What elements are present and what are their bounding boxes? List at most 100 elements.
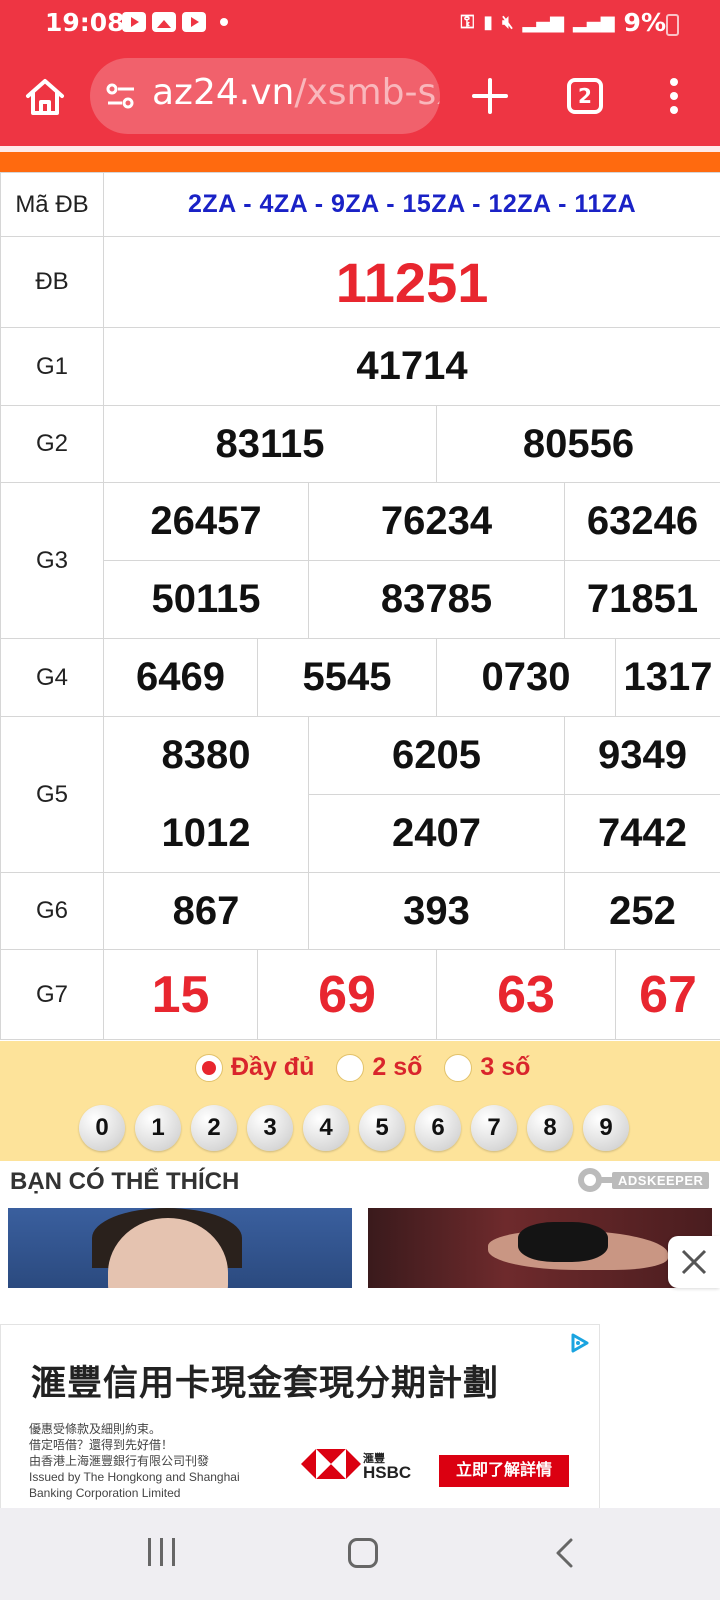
digit-button[interactable]: 4 [303, 1105, 349, 1151]
url-path: /xsmb-sx [294, 72, 440, 113]
digit-button[interactable]: 0 [79, 1105, 125, 1151]
g4-row: G4 6469 5545 0730 1317 [0, 638, 720, 717]
digit-button[interactable]: 3 [247, 1105, 293, 1151]
g7-number: 69 [257, 949, 437, 1040]
digit-button[interactable]: 6 [415, 1105, 461, 1151]
digit-button[interactable]: 8 [527, 1105, 573, 1151]
home-icon[interactable] [24, 76, 66, 118]
ad-spacer [0, 1288, 720, 1324]
g6-number: 867 [103, 872, 309, 950]
home-nav-icon[interactable] [348, 1538, 378, 1568]
db-row: ĐB 11251 [0, 236, 720, 328]
prize-label-g5: G5 [0, 716, 104, 873]
digit-button[interactable]: 2 [191, 1105, 237, 1151]
notification-icons [122, 12, 228, 32]
g2-number: 80556 [435, 405, 720, 483]
prize-label-g6: G6 [0, 872, 104, 950]
status-time: 19:08 [45, 8, 125, 37]
hsbc-wordmark: 滙豐 HSBC [363, 1453, 412, 1482]
radio-3-digits[interactable] [444, 1053, 473, 1082]
key-icon: ⚿ [460, 12, 475, 33]
youtube-icon [122, 12, 146, 32]
battery-saver-icon: ▮ [483, 12, 494, 33]
more-menu-icon[interactable] [668, 78, 680, 118]
prize-label-g7: G7 [0, 949, 104, 1040]
g5-number: 9349 [563, 716, 720, 795]
g4-number: 0730 [436, 638, 616, 717]
hsbc-logo-icon [301, 1449, 361, 1479]
tab-switcher-button[interactable]: 2 [567, 78, 603, 114]
g3-number: 76234 [308, 482, 565, 561]
radio-full[interactable] [195, 1053, 223, 1082]
g6-number: 252 [563, 872, 720, 950]
url-text: az24.vn/xsmb-sx [152, 72, 440, 113]
g5-number: 1012 [103, 794, 309, 873]
radio-3-digits-label[interactable]: 3 số [480, 1053, 530, 1082]
close-icon[interactable] [668, 1236, 720, 1288]
g5-row: G5 8380 6205 9349 [0, 716, 720, 873]
mute-icon: 🔇︎ [502, 12, 514, 33]
radio-full-label[interactable]: Đầy đủ [231, 1053, 314, 1082]
display-options-panel: Đầy đủ 2 số 3 số 0 1 2 3 4 5 6 7 8 9 [0, 1041, 720, 1161]
digit-button[interactable]: 1 [135, 1105, 181, 1151]
youtube-icon [182, 12, 206, 32]
adskeeper-logo[interactable]: ADSKEEPER [578, 1168, 712, 1192]
screen: 19:08 ⚿ ▮ 🔇︎ ▂▄▆ ▂▄▆ 9% az24.vn/xsmb-s 2… [0, 0, 720, 1600]
recommendations-title: BẠN CÓ THỂ THÍCH [10, 1168, 240, 1195]
display-mode-radios: Đầy đủ 2 số 3 số [195, 1053, 544, 1082]
g1-row: G1 41714 [0, 327, 720, 406]
radio-2-digits-label[interactable]: 2 số [372, 1053, 422, 1082]
g3-number: 26457 [103, 482, 309, 561]
prize-label-g3: G3 [0, 482, 104, 639]
g2-number: 83115 [103, 405, 437, 483]
digit-button[interactable]: 7 [471, 1105, 517, 1151]
prize-label-g4: G4 [0, 638, 104, 717]
g7-number: 63 [436, 949, 616, 1040]
adchoices-icon[interactable] [569, 1333, 591, 1353]
digit-filter: 0 1 2 3 4 5 6 7 8 9 [79, 1105, 629, 1151]
status-bar: 19:08 ⚿ ▮ 🔇︎ ▂▄▆ ▂▄▆ 9% [0, 0, 720, 50]
recommendation-thumbnail[interactable] [368, 1208, 712, 1288]
digit-button[interactable]: 9 [583, 1105, 629, 1151]
g3-number: 83785 [308, 560, 565, 639]
g6-row: G6 867 393 252 [0, 872, 720, 950]
new-tab-icon[interactable] [470, 76, 510, 116]
ad-fine-print: 優惠受條款及細則約束。 借定唔借？還得到先好借！ 由香港上海滙豐銀行有限公司刊發… [29, 1422, 240, 1500]
ad-headline: 滙豐信用卡現金套現分期計劃 [31, 1364, 500, 1404]
gallery-icon [152, 12, 176, 32]
back-icon[interactable] [553, 1537, 577, 1569]
lottery-results-table: Mã ĐB 2ZA - 4ZA - 9ZA - 15ZA - 12ZA - 11… [0, 172, 720, 1040]
g4-number: 6469 [103, 638, 258, 717]
site-settings-icon[interactable] [106, 82, 136, 110]
g5-number: 6205 [308, 716, 565, 795]
g7-number: 15 [103, 949, 258, 1040]
battery-icon [666, 14, 679, 36]
digit-button[interactable]: 5 [359, 1105, 405, 1151]
system-navigation-bar [0, 1508, 720, 1600]
notification-dot-icon [220, 18, 228, 26]
recommendation-thumbnail[interactable] [8, 1208, 352, 1288]
g6-number: 393 [308, 872, 565, 950]
g7-number: 67 [614, 949, 720, 1040]
g3-row: G3 26457 76234 63246 [0, 482, 720, 639]
address-bar[interactable]: az24.vn/xsmb-sx [90, 58, 440, 134]
battery-percent: 9% [623, 8, 666, 37]
prize-label-g2: G2 [0, 405, 104, 483]
signal-4g-icon: ▂▄▆ [573, 12, 615, 33]
g3-number: 63246 [563, 482, 720, 561]
signal-icon: ▂▄▆ [522, 12, 565, 33]
ad-banner[interactable]: 滙豐信用卡現金套現分期計劃 優惠受條款及細則約束。 借定唔借？還得到先好借！ 由… [0, 1324, 600, 1510]
g4-number: 1317 [614, 638, 720, 717]
g5-number: 8380 [103, 716, 309, 795]
ad-cta-button[interactable]: 立即了解詳情 [439, 1455, 569, 1487]
header-strip [0, 152, 720, 172]
g5-row: 1012 2407 7442 [1, 794, 720, 873]
recent-apps-icon[interactable] [148, 1538, 176, 1568]
g3-row: 50115 83785 71851 [1, 560, 720, 639]
browser-toolbar: az24.vn/xsmb-sx 2 [0, 50, 720, 146]
g3-number: 50115 [103, 560, 309, 639]
special-prize-number: 11251 [102, 236, 720, 328]
radio-2-digits[interactable] [336, 1053, 365, 1082]
g5-number: 2407 [308, 794, 565, 873]
g1-number: 41714 [102, 327, 720, 406]
